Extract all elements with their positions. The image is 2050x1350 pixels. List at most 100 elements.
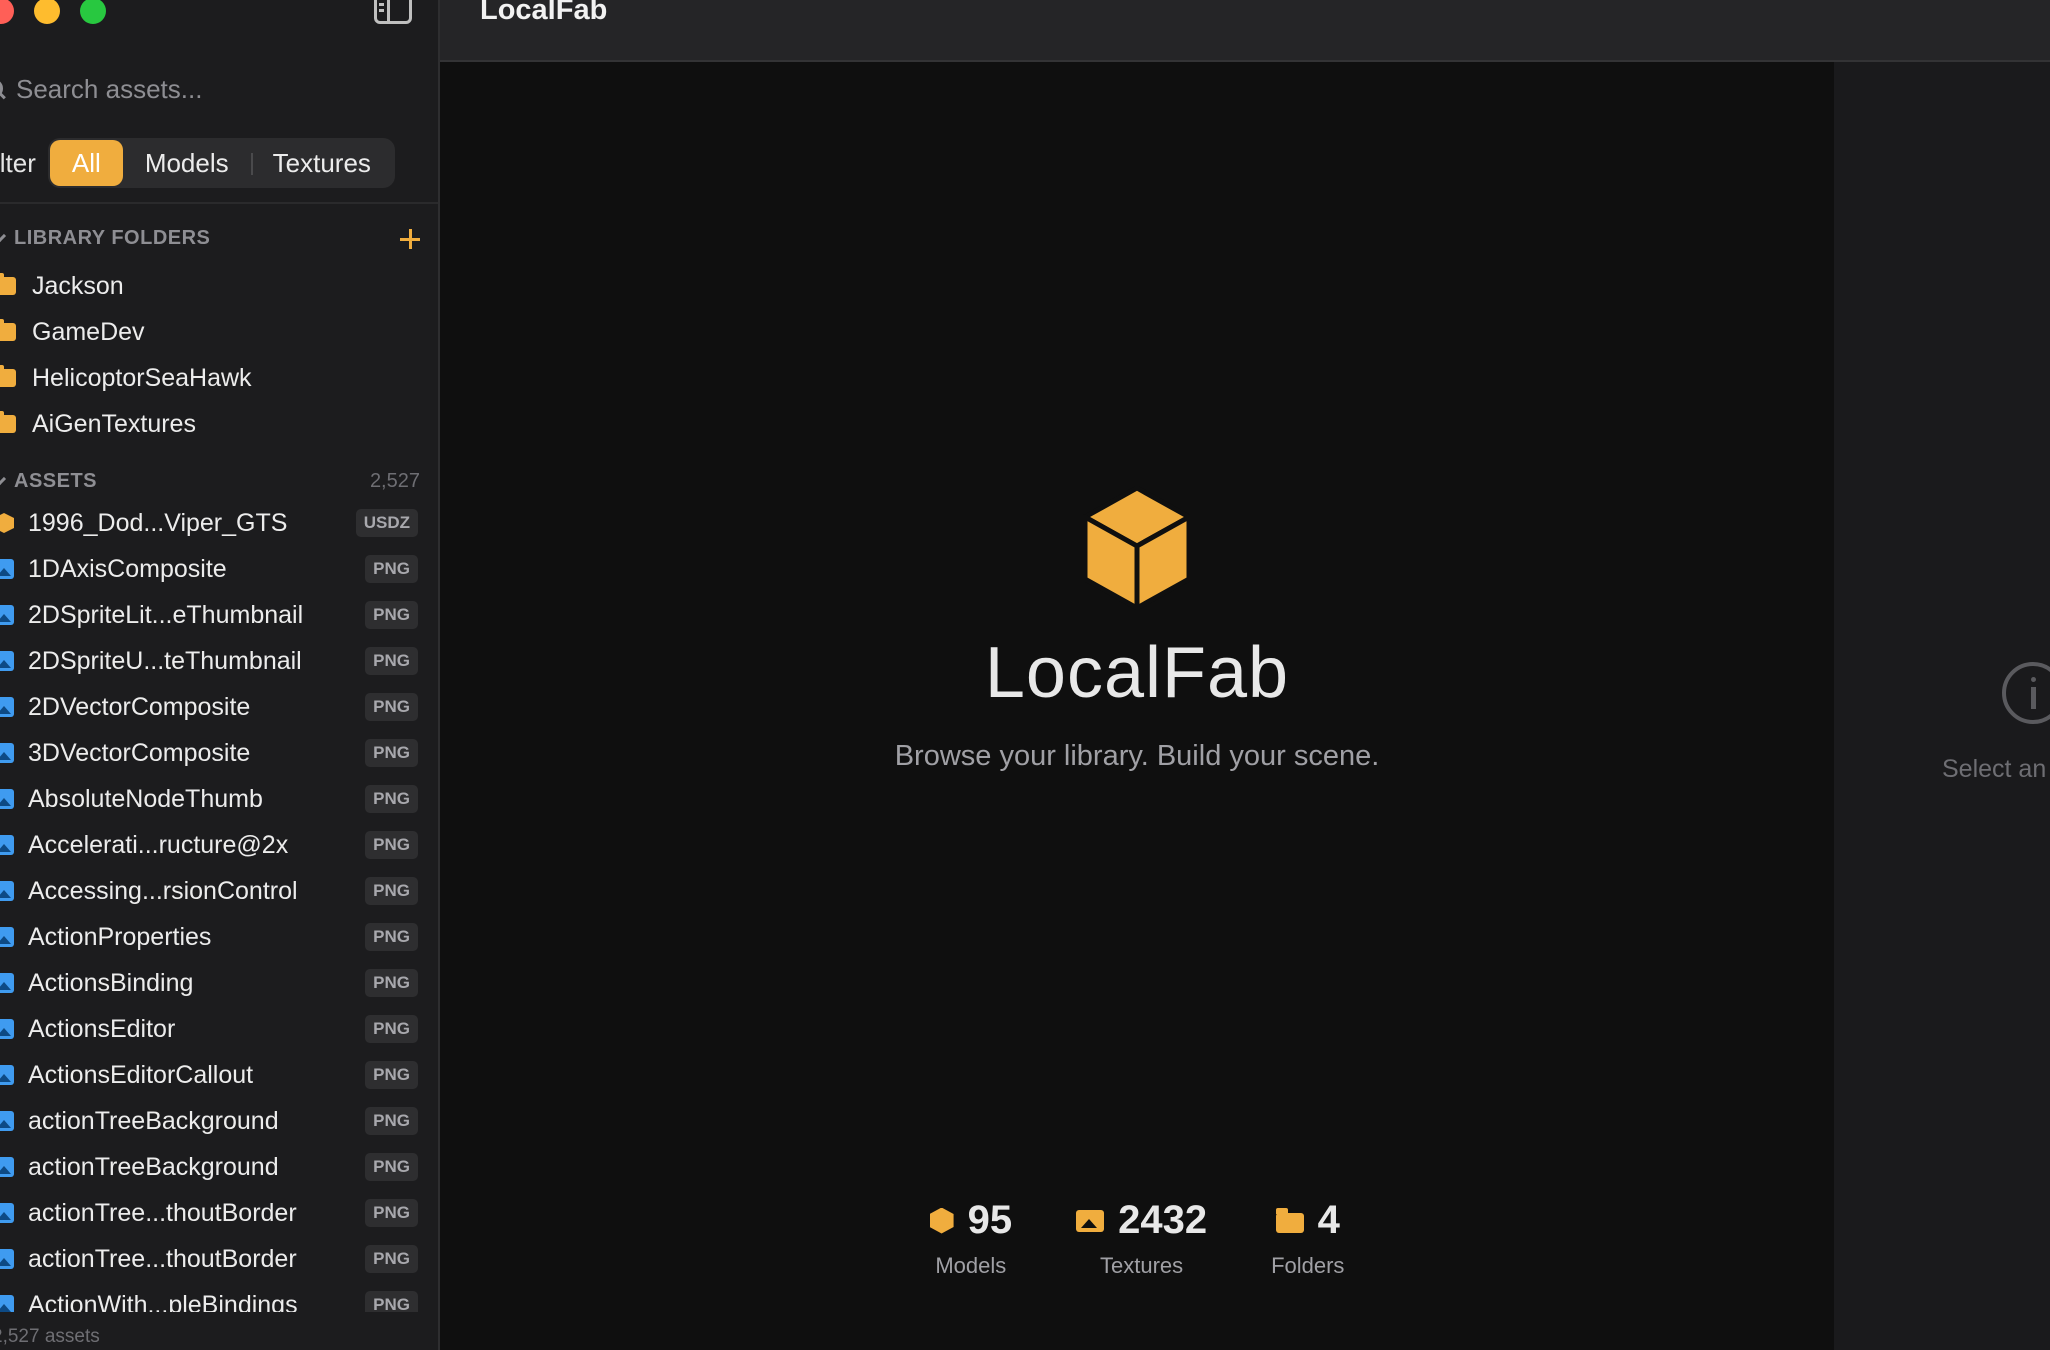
- file-type-badge: PNG: [365, 1245, 418, 1273]
- file-type-badge: PNG: [365, 1061, 418, 1089]
- app-window: ilter All Models Textures LIBRARY FOLDER…: [0, 0, 2050, 1350]
- toggle-sidebar-icon[interactable]: [374, 0, 412, 24]
- folder-item[interactable]: AiGenTextures: [0, 401, 424, 447]
- file-type-badge: PNG: [365, 1153, 418, 1181]
- asset-row[interactable]: actionTreeBackground PNG: [0, 1098, 418, 1144]
- stat-label: Models: [935, 1253, 1007, 1278]
- asset-row[interactable]: ActionsEditorCallout PNG: [0, 1052, 418, 1098]
- chevron-down-icon[interactable]: [0, 471, 7, 486]
- minimize-window-button[interactable]: [34, 0, 60, 24]
- image-icon: [0, 973, 14, 993]
- image-icon: [0, 789, 14, 809]
- inspector-panel: Select an: [1834, 62, 2050, 1350]
- asset-name: actionTreeBackground: [28, 1106, 279, 1135]
- asset-name: 1996_Dod...Viper_GTS: [28, 508, 288, 537]
- image-icon: [0, 651, 14, 671]
- stat-value: 4: [1317, 1198, 1340, 1242]
- info-icon: [2002, 662, 2050, 724]
- image-icon: [0, 1295, 14, 1312]
- library-folders-header[interactable]: LIBRARY FOLDERS: [0, 227, 420, 250]
- section-title: LIBRARY FOLDERS: [14, 227, 211, 249]
- file-type-badge: PNG: [365, 647, 418, 675]
- hero-subtitle: Browse your library. Build your scene.: [894, 740, 1380, 772]
- add-folder-button[interactable]: [400, 228, 420, 249]
- asset-name: 1DAxisComposite: [28, 554, 227, 583]
- asset-name: 2DSpriteLit...eThumbnail: [28, 600, 304, 629]
- app-title: LocalFab: [480, 0, 608, 26]
- inspector-placeholder: Select an: [1942, 755, 2047, 783]
- asset-name: ActionsEditorCallout: [28, 1060, 254, 1089]
- file-type-badge: PNG: [365, 923, 418, 951]
- asset-name: 3DVectorComposite: [28, 738, 251, 767]
- folder-icon: [0, 365, 16, 387]
- asset-row[interactable]: 3DVectorComposite PNG: [0, 730, 418, 776]
- folder-icon: [0, 273, 16, 295]
- image-icon: [0, 605, 14, 625]
- image-icon: [0, 881, 14, 901]
- file-type-badge: PNG: [365, 785, 418, 813]
- file-type-badge: PNG: [365, 555, 418, 583]
- folder-name: Jackson: [32, 271, 124, 300]
- folder-icon: [0, 319, 16, 341]
- file-type-badge: PNG: [365, 739, 418, 767]
- section-title: ASSETS: [14, 470, 98, 492]
- sidebar: ilter All Models Textures LIBRARY FOLDER…: [0, 0, 440, 1350]
- chevron-down-icon[interactable]: [0, 228, 7, 243]
- asset-name: actionTree...thoutBorder: [28, 1198, 297, 1227]
- asset-name: 2DVectorComposite: [28, 692, 251, 721]
- asset-row[interactable]: 1996_Dod...Viper_GTS USDZ: [0, 500, 418, 546]
- folder-item[interactable]: Jackson: [0, 263, 424, 309]
- folder-name: HelicoptorSeaHawk: [32, 363, 252, 392]
- stat-textures: 2432 Textures: [1076, 1198, 1207, 1279]
- folder-item[interactable]: HelicoptorSeaHawk: [0, 355, 424, 401]
- asset-name: ActionWith...pleBindings: [28, 1290, 298, 1313]
- cube-icon: [0, 513, 14, 533]
- asset-row[interactable]: AbsoluteNodeThumb PNG: [0, 776, 418, 822]
- cube-icon: [929, 1207, 954, 1234]
- asset-row[interactable]: ActionsEditor PNG: [0, 1006, 418, 1052]
- asset-row[interactable]: ActionProperties PNG: [0, 914, 418, 960]
- assets-count: 2,527: [369, 470, 420, 492]
- app-logo-icon: [1083, 486, 1191, 610]
- folder-list: Jackson GameDev HelicoptorSeaHawk AiGenT…: [0, 263, 424, 447]
- search-bar: [0, 74, 424, 105]
- asset-row[interactable]: 2DVectorComposite PNG: [0, 684, 418, 730]
- image-icon: [0, 1203, 14, 1223]
- asset-name: 2DSpriteU...teThumbnail: [28, 646, 302, 675]
- asset-list[interactable]: 1996_Dod...Viper_GTS USDZ 1DAxisComposite P…: [0, 500, 418, 1312]
- asset-name: Accessing...rsionControl: [28, 876, 298, 905]
- stat-value: 95: [967, 1198, 1013, 1242]
- image-icon: [0, 835, 14, 855]
- image-icon: [0, 1157, 14, 1177]
- asset-row[interactable]: actionTree...thoutBorder PNG: [0, 1236, 418, 1282]
- asset-row[interactable]: 2DSpriteLit...eThumbnail PNG: [0, 592, 418, 638]
- asset-row[interactable]: 1DAxisComposite PNG: [0, 546, 418, 592]
- asset-row[interactable]: Accessing...rsionControl PNG: [0, 868, 418, 914]
- asset-row[interactable]: actionTree...thoutBorder PNG: [0, 1190, 418, 1236]
- close-window-button[interactable]: [0, 0, 14, 24]
- stat-label: Folders: [1271, 1253, 1345, 1278]
- search-icon: [0, 78, 6, 101]
- file-type-badge: PNG: [365, 831, 418, 859]
- filter-all-button[interactable]: All: [49, 140, 123, 186]
- asset-row[interactable]: actionTreeBackground PNG: [0, 1144, 418, 1190]
- search-input[interactable]: [16, 74, 396, 105]
- folder-item[interactable]: GameDev: [0, 309, 424, 355]
- assets-header[interactable]: ASSETS 2,527: [0, 470, 420, 493]
- asset-name: AbsoluteNodeThumb: [28, 784, 263, 813]
- image-icon: [0, 697, 14, 717]
- welcome-hero: LocalFab Browse your library. Build your…: [440, 486, 1834, 773]
- filter-segmented-control: All Models Textures: [47, 138, 395, 188]
- filter-models-button[interactable]: Models: [123, 140, 251, 186]
- asset-row[interactable]: 2DSpriteU...teThumbnail PNG: [0, 638, 418, 684]
- asset-row[interactable]: ActionWith...pleBindings PNG: [0, 1282, 418, 1312]
- asset-row[interactable]: ActionsBinding PNG: [0, 960, 418, 1006]
- asset-row[interactable]: Accelerati...ructure@2x PNG: [0, 822, 418, 868]
- divider: [0, 202, 438, 204]
- zoom-window-button[interactable]: [80, 0, 106, 24]
- main-content: LocalFab Browse your library. Build your…: [440, 62, 1834, 1350]
- filter-textures-button[interactable]: Textures: [250, 140, 393, 186]
- file-type-badge: PNG: [365, 1199, 418, 1227]
- asset-name: Accelerati...ructure@2x: [28, 830, 289, 859]
- file-type-badge: PNG: [365, 969, 418, 997]
